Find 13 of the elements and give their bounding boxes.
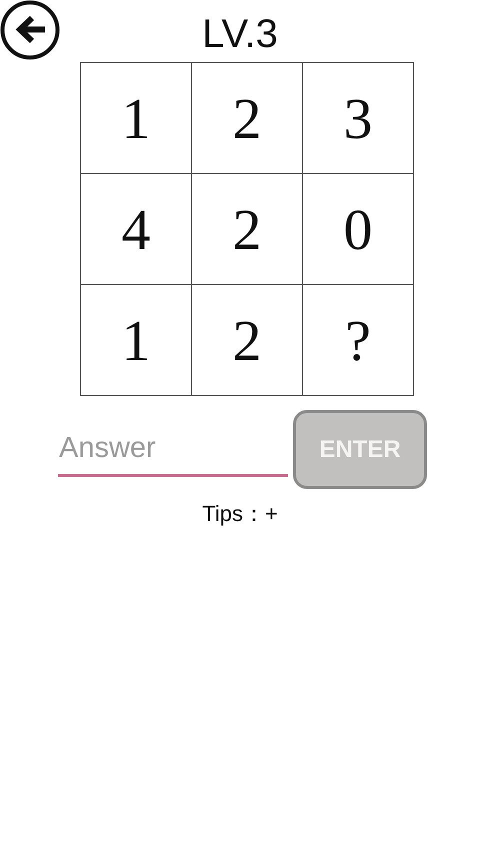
grid-cell: 0 bbox=[303, 174, 414, 285]
grid-cell: 2 bbox=[192, 63, 303, 174]
grid-cell: 1 bbox=[81, 63, 192, 174]
grid-cell: 4 bbox=[81, 174, 192, 285]
answer-field[interactable]: Answer bbox=[58, 422, 288, 476]
grid-cell: 3 bbox=[303, 63, 414, 174]
grid-cell: 1 bbox=[81, 285, 192, 396]
grid-cell: 2 bbox=[192, 174, 303, 285]
grid-cell: ? bbox=[303, 285, 414, 396]
tips-text: Tips：+ bbox=[202, 501, 278, 526]
grid-cell: 2 bbox=[192, 285, 303, 396]
back-icon[interactable] bbox=[0, 0, 60, 60]
level-title: LV.3 bbox=[201, 11, 279, 54]
